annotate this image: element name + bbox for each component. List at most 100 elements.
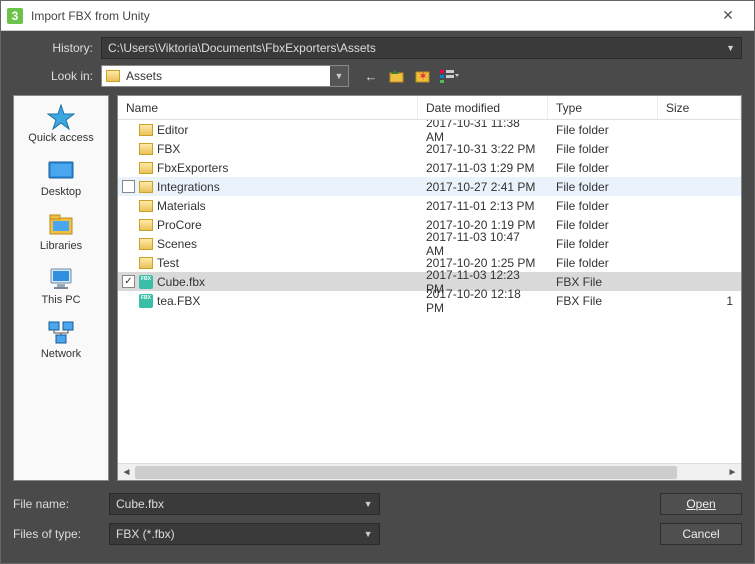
cell-date: 2017-11-03 1:29 PM <box>418 161 548 175</box>
cancel-button-label: Cancel <box>682 527 719 541</box>
cancel-button[interactable]: Cancel <box>660 523 742 545</box>
cell-date: 2017-10-27 2:41 PM <box>418 180 548 194</box>
file-row[interactable]: FbxExporters 2017-11-03 1:29 PMFile folde… <box>118 158 741 177</box>
scroll-thumb[interactable] <box>135 466 677 479</box>
column-type[interactable]: Type <box>548 96 658 119</box>
history-label: History: <box>13 41 93 55</box>
file-row[interactable]: Scenes2017-11-03 10:47 AMFile folder <box>118 234 741 253</box>
back-button[interactable]: ← <box>361 66 381 86</box>
fbx-file-icon <box>139 275 153 289</box>
column-size[interactable]: Size <box>658 96 741 119</box>
cell-date: 2017-10-31 11:38 AM <box>418 120 548 144</box>
file-list: Name Date modified Type Size Editor2017-… <box>117 95 742 481</box>
history-path: C:\Users\Viktoria\Documents\FbxExporters… <box>108 41 376 55</box>
folder-icon <box>139 200 153 212</box>
lookin-label: Look in: <box>13 69 93 83</box>
cell-name: Scenes <box>118 237 418 251</box>
scroll-right-arrow[interactable]: ► <box>724 464 741 481</box>
file-row[interactable]: tea.FBX2017-10-20 12:18 PMFBX File1 <box>118 291 741 310</box>
place-label: Libraries <box>40 240 82 252</box>
file-name: Scenes <box>157 237 197 251</box>
column-name[interactable]: Name <box>118 96 418 119</box>
filetype-label: Files of type: <box>13 527 97 541</box>
cell-name: Test <box>118 256 418 270</box>
cell-type: FBX File <box>548 275 658 289</box>
cell-type: FBX File <box>548 294 658 308</box>
cell-name: ProCore <box>118 218 418 232</box>
close-button[interactable]: ✕ <box>708 7 748 24</box>
file-name: FBX <box>157 142 180 156</box>
desktop-icon <box>46 158 76 184</box>
place-label: Desktop <box>41 186 81 198</box>
file-row[interactable]: FBX2017-10-31 3:22 PMFile folder <box>118 139 741 158</box>
column-headers[interactable]: Name Date modified Type Size <box>118 96 741 120</box>
app-icon-label: 3 <box>12 9 19 23</box>
cell-name: Materials <box>118 199 418 213</box>
place-label: This PC <box>41 294 80 306</box>
up-folder-button[interactable] <box>387 66 407 86</box>
place-this-pc[interactable]: This PC <box>14 266 108 306</box>
titlebar: 3 Import FBX from Unity ✕ <box>1 1 754 31</box>
bottom-panel: File name: Cube.fbx ▼ Open Files of type… <box>1 489 754 563</box>
open-button[interactable]: Open <box>660 493 742 515</box>
view-menu-button[interactable] <box>439 66 459 86</box>
libraries-icon <box>46 212 76 238</box>
place-desktop[interactable]: Desktop <box>14 158 108 198</box>
folder-icon <box>139 181 153 193</box>
file-name: Integrations <box>157 180 220 194</box>
cell-type: File folder <box>548 161 658 175</box>
chevron-down-icon: ▼ <box>330 66 348 86</box>
row-checkbox[interactable] <box>122 180 135 193</box>
svg-text:✶: ✶ <box>418 69 428 83</box>
cell-name: Editor <box>118 123 418 137</box>
filetype-value: FBX (*.fbx) <box>116 527 175 541</box>
folder-icon <box>139 257 153 269</box>
cell-type: File folder <box>548 256 658 270</box>
file-row[interactable]: Editor2017-10-31 11:38 AMFile folder <box>118 120 741 139</box>
cell-date: 2017-11-03 10:47 AM <box>418 230 548 258</box>
cell-type: File folder <box>548 218 658 232</box>
app-icon: 3 <box>7 8 23 24</box>
cell-type: File folder <box>548 142 658 156</box>
cell-name: FbxExporters <box>118 161 418 175</box>
folder-icon <box>139 238 153 250</box>
place-network[interactable]: Network <box>14 320 108 360</box>
filename-input[interactable]: Cube.fbx ▼ <box>109 493 380 515</box>
new-folder-button[interactable]: ✶ <box>413 66 433 86</box>
filetype-dropdown[interactable]: FBX (*.fbx) ▼ <box>109 523 380 545</box>
file-name: ProCore <box>157 218 202 232</box>
place-quick-access[interactable]: Quick access <box>14 104 108 144</box>
file-name: Materials <box>157 199 206 213</box>
scroll-track[interactable] <box>135 464 724 480</box>
import-dialog: 3 Import FBX from Unity ✕ History: C:\Us… <box>0 0 755 564</box>
folder-icon <box>139 219 153 231</box>
history-dropdown[interactable]: C:\Users\Viktoria\Documents\FbxExporters… <box>101 37 742 59</box>
filename-value: Cube.fbx <box>116 497 164 511</box>
folder-icon <box>106 70 120 82</box>
fbx-file-icon <box>139 294 153 308</box>
chevron-down-icon: ▼ <box>364 529 373 539</box>
main-area: Quick access Desktop Libraries This PC <box>1 95 754 489</box>
file-name: Cube.fbx <box>157 275 205 289</box>
cell-name: FBX <box>118 142 418 156</box>
row-checkbox[interactable]: ✓ <box>122 275 135 288</box>
column-date[interactable]: Date modified <box>418 96 548 119</box>
top-fields: History: C:\Users\Viktoria\Documents\Fbx… <box>1 31 754 95</box>
network-icon <box>46 320 76 346</box>
rows-container: Editor2017-10-31 11:38 AMFile folderFBX2… <box>118 120 741 463</box>
horizontal-scrollbar[interactable]: ◄ ► <box>118 463 741 480</box>
lookin-dropdown[interactable]: Assets ▼ <box>101 65 349 87</box>
cell-size: 1 <box>658 294 741 308</box>
file-row[interactable]: Materials2017-11-01 2:13 PMFile folder <box>118 196 741 215</box>
folder-icon <box>139 162 153 174</box>
file-name: FbxExporters <box>157 161 228 175</box>
this-pc-icon <box>46 266 76 292</box>
places-sidebar: Quick access Desktop Libraries This PC <box>13 95 109 481</box>
file-row[interactable]: Integrations2017-10-27 2:41 PMFile folde… <box>118 177 741 196</box>
folder-icon <box>139 124 153 136</box>
scroll-left-arrow[interactable]: ◄ <box>118 464 135 481</box>
chevron-down-icon: ▼ <box>726 43 735 53</box>
file-name: Editor <box>157 123 188 137</box>
place-libraries[interactable]: Libraries <box>14 212 108 252</box>
cell-date: 2017-11-01 2:13 PM <box>418 199 548 213</box>
